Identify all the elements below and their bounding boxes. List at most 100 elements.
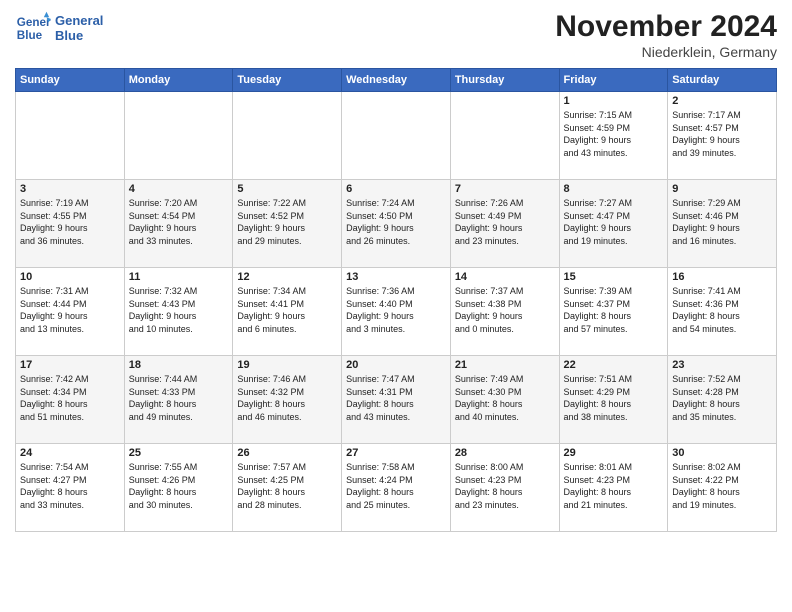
- day-info: Sunrise: 7:26 AM Sunset: 4:49 PM Dayligh…: [455, 197, 555, 247]
- calendar-week-3: 17Sunrise: 7:42 AM Sunset: 4:34 PM Dayli…: [16, 356, 777, 444]
- calendar-cell-w4d1: 25Sunrise: 7:55 AM Sunset: 4:26 PM Dayli…: [124, 444, 233, 532]
- day-info: Sunrise: 7:22 AM Sunset: 4:52 PM Dayligh…: [237, 197, 337, 247]
- header-sunday: Sunday: [16, 69, 125, 92]
- header-tuesday: Tuesday: [233, 69, 342, 92]
- day-number: 29: [564, 447, 664, 459]
- month-title: November 2024: [555, 10, 777, 44]
- calendar-cell-w3d0: 17Sunrise: 7:42 AM Sunset: 4:34 PM Dayli…: [16, 356, 125, 444]
- day-number: 27: [346, 447, 446, 459]
- day-number: 16: [672, 271, 772, 283]
- header: General Blue General Blue November 2024 …: [15, 10, 777, 60]
- day-info: Sunrise: 8:00 AM Sunset: 4:23 PM Dayligh…: [455, 461, 555, 511]
- day-number: 6: [346, 183, 446, 195]
- day-number: 8: [564, 183, 664, 195]
- day-info: Sunrise: 7:52 AM Sunset: 4:28 PM Dayligh…: [672, 373, 772, 423]
- calendar-cell-w1d2: 5 Sunrise: 7:22 AM Sunset: 4:52 PM Daylig…: [233, 180, 342, 268]
- day-info: Sunrise: 7:49 AM Sunset: 4:30 PM Dayligh…: [455, 373, 555, 423]
- day-number: 26: [237, 447, 337, 459]
- calendar-cell-w0d2: [233, 92, 342, 180]
- calendar-cell-w1d0: 3 Sunrise: 7:19 AM Sunset: 4:55 PM Daylig…: [16, 180, 125, 268]
- day-info: Sunrise: 7:15 AM Sunset: 4:59 PM Dayligh…: [564, 109, 664, 159]
- day-info: Sunrise: 7:17 AM Sunset: 4:57 PM Dayligh…: [672, 109, 772, 159]
- calendar-cell-w2d5: 15 Sunrise: 7:39 AM Sunset: 4:37 PM Dayli…: [559, 268, 668, 356]
- calendar-cell-w2d6: 16 Sunrise: 7:41 AM Sunset: 4:36 PM Dayli…: [668, 268, 777, 356]
- header-thursday: Thursday: [450, 69, 559, 92]
- calendar-week-0: 1Sunrise: 7:15 AM Sunset: 4:59 PM Daylig…: [16, 92, 777, 180]
- day-number: 30: [672, 447, 772, 459]
- calendar-cell-w2d4: 14 Sunrise: 7:37 AM Sunset: 4:38 PM Dayli…: [450, 268, 559, 356]
- header-monday: Monday: [124, 69, 233, 92]
- day-number: 7: [455, 183, 555, 195]
- day-info: Sunrise: 7:47 AM Sunset: 4:31 PM Dayligh…: [346, 373, 446, 423]
- day-number: 14: [455, 271, 555, 283]
- day-number: 5: [237, 183, 337, 195]
- day-info: Sunrise: 7:39 AM Sunset: 4:37 PM Dayligh…: [564, 285, 664, 335]
- calendar-cell-w1d3: 6 Sunrise: 7:24 AM Sunset: 4:50 PM Daylig…: [342, 180, 451, 268]
- calendar-cell-w2d1: 11Sunrise: 7:32 AM Sunset: 4:43 PM Dayli…: [124, 268, 233, 356]
- day-number: 23: [672, 359, 772, 371]
- day-number: 18: [129, 359, 229, 371]
- calendar-cell-w1d1: 4Sunrise: 7:20 AM Sunset: 4:54 PM Daylig…: [124, 180, 233, 268]
- calendar-cell-w2d0: 10 Sunrise: 7:31 AM Sunset: 4:44 PM Dayli…: [16, 268, 125, 356]
- day-info: Sunrise: 8:02 AM Sunset: 4:22 PM Dayligh…: [672, 461, 772, 511]
- day-info: Sunrise: 7:55 AM Sunset: 4:26 PM Dayligh…: [129, 461, 229, 511]
- day-info: Sunrise: 7:29 AM Sunset: 4:46 PM Dayligh…: [672, 197, 772, 247]
- calendar-table: Sunday Monday Tuesday Wednesday Thursday…: [15, 68, 777, 532]
- day-info: Sunrise: 7:37 AM Sunset: 4:38 PM Dayligh…: [455, 285, 555, 335]
- title-block: November 2024 Niederklein, Germany: [555, 10, 777, 60]
- svg-text:Blue: Blue: [17, 29, 43, 42]
- day-info: Sunrise: 7:20 AM Sunset: 4:54 PM Dayligh…: [129, 197, 229, 247]
- day-info: Sunrise: 7:41 AM Sunset: 4:36 PM Dayligh…: [672, 285, 772, 335]
- day-number: 3: [20, 183, 120, 195]
- page: General Blue General Blue November 2024 …: [0, 0, 792, 612]
- day-info: Sunrise: 7:44 AM Sunset: 4:33 PM Dayligh…: [129, 373, 229, 423]
- weekday-header-row: Sunday Monday Tuesday Wednesday Thursday…: [16, 69, 777, 92]
- calendar-cell-w0d4: [450, 92, 559, 180]
- day-info: Sunrise: 7:57 AM Sunset: 4:25 PM Dayligh…: [237, 461, 337, 511]
- svg-text:General: General: [17, 16, 51, 29]
- day-info: Sunrise: 7:19 AM Sunset: 4:55 PM Dayligh…: [20, 197, 120, 247]
- logo-general: General: [55, 13, 103, 28]
- calendar-cell-w2d3: 13 Sunrise: 7:36 AM Sunset: 4:40 PM Dayli…: [342, 268, 451, 356]
- day-info: Sunrise: 7:31 AM Sunset: 4:44 PM Dayligh…: [20, 285, 120, 335]
- calendar-cell-w3d6: 23 Sunrise: 7:52 AM Sunset: 4:28 PM Dayli…: [668, 356, 777, 444]
- calendar-cell-w0d5: 1Sunrise: 7:15 AM Sunset: 4:59 PM Daylig…: [559, 92, 668, 180]
- day-number: 2: [672, 95, 772, 107]
- calendar-cell-w0d1: [124, 92, 233, 180]
- day-number: 21: [455, 359, 555, 371]
- day-info: Sunrise: 7:36 AM Sunset: 4:40 PM Dayligh…: [346, 285, 446, 335]
- day-info: Sunrise: 7:51 AM Sunset: 4:29 PM Dayligh…: [564, 373, 664, 423]
- day-number: 15: [564, 271, 664, 283]
- day-info: Sunrise: 7:24 AM Sunset: 4:50 PM Dayligh…: [346, 197, 446, 247]
- calendar-cell-w4d3: 27Sunrise: 7:58 AM Sunset: 4:24 PM Dayli…: [342, 444, 451, 532]
- day-number: 22: [564, 359, 664, 371]
- calendar-cell-w4d2: 26 Sunrise: 7:57 AM Sunset: 4:25 PM Dayli…: [233, 444, 342, 532]
- calendar-cell-w4d4: 28Sunrise: 8:00 AM Sunset: 4:23 PM Dayli…: [450, 444, 559, 532]
- header-wednesday: Wednesday: [342, 69, 451, 92]
- calendar-cell-w0d0: [16, 92, 125, 180]
- day-info: Sunrise: 7:27 AM Sunset: 4:47 PM Dayligh…: [564, 197, 664, 247]
- calendar-cell-w3d4: 21 Sunrise: 7:49 AM Sunset: 4:30 PM Dayli…: [450, 356, 559, 444]
- logo: General Blue General Blue: [15, 10, 103, 46]
- day-number: 20: [346, 359, 446, 371]
- day-number: 17: [20, 359, 120, 371]
- day-number: 13: [346, 271, 446, 283]
- calendar-cell-w1d4: 7 Sunrise: 7:26 AM Sunset: 4:49 PM Daylig…: [450, 180, 559, 268]
- day-number: 10: [20, 271, 120, 283]
- calendar-cell-w3d3: 20 Sunrise: 7:47 AM Sunset: 4:31 PM Dayli…: [342, 356, 451, 444]
- day-info: Sunrise: 7:32 AM Sunset: 4:43 PM Dayligh…: [129, 285, 229, 335]
- calendar-week-1: 3 Sunrise: 7:19 AM Sunset: 4:55 PM Daylig…: [16, 180, 777, 268]
- logo-icon: General Blue: [15, 10, 51, 46]
- day-number: 9: [672, 183, 772, 195]
- calendar-cell-w1d6: 9 Sunrise: 7:29 AM Sunset: 4:46 PM Daylig…: [668, 180, 777, 268]
- header-friday: Friday: [559, 69, 668, 92]
- day-info: Sunrise: 7:46 AM Sunset: 4:32 PM Dayligh…: [237, 373, 337, 423]
- location: Niederklein, Germany: [555, 44, 777, 60]
- calendar-cell-w0d3: [342, 92, 451, 180]
- day-number: 12: [237, 271, 337, 283]
- header-saturday: Saturday: [668, 69, 777, 92]
- calendar-cell-w4d5: 29Sunrise: 8:01 AM Sunset: 4:23 PM Dayli…: [559, 444, 668, 532]
- day-info: Sunrise: 7:54 AM Sunset: 4:27 PM Dayligh…: [20, 461, 120, 511]
- calendar-cell-w0d6: 2 Sunrise: 7:17 AM Sunset: 4:57 PM Daylig…: [668, 92, 777, 180]
- calendar-cell-w4d6: 30 Sunrise: 8:02 AM Sunset: 4:22 PM Dayli…: [668, 444, 777, 532]
